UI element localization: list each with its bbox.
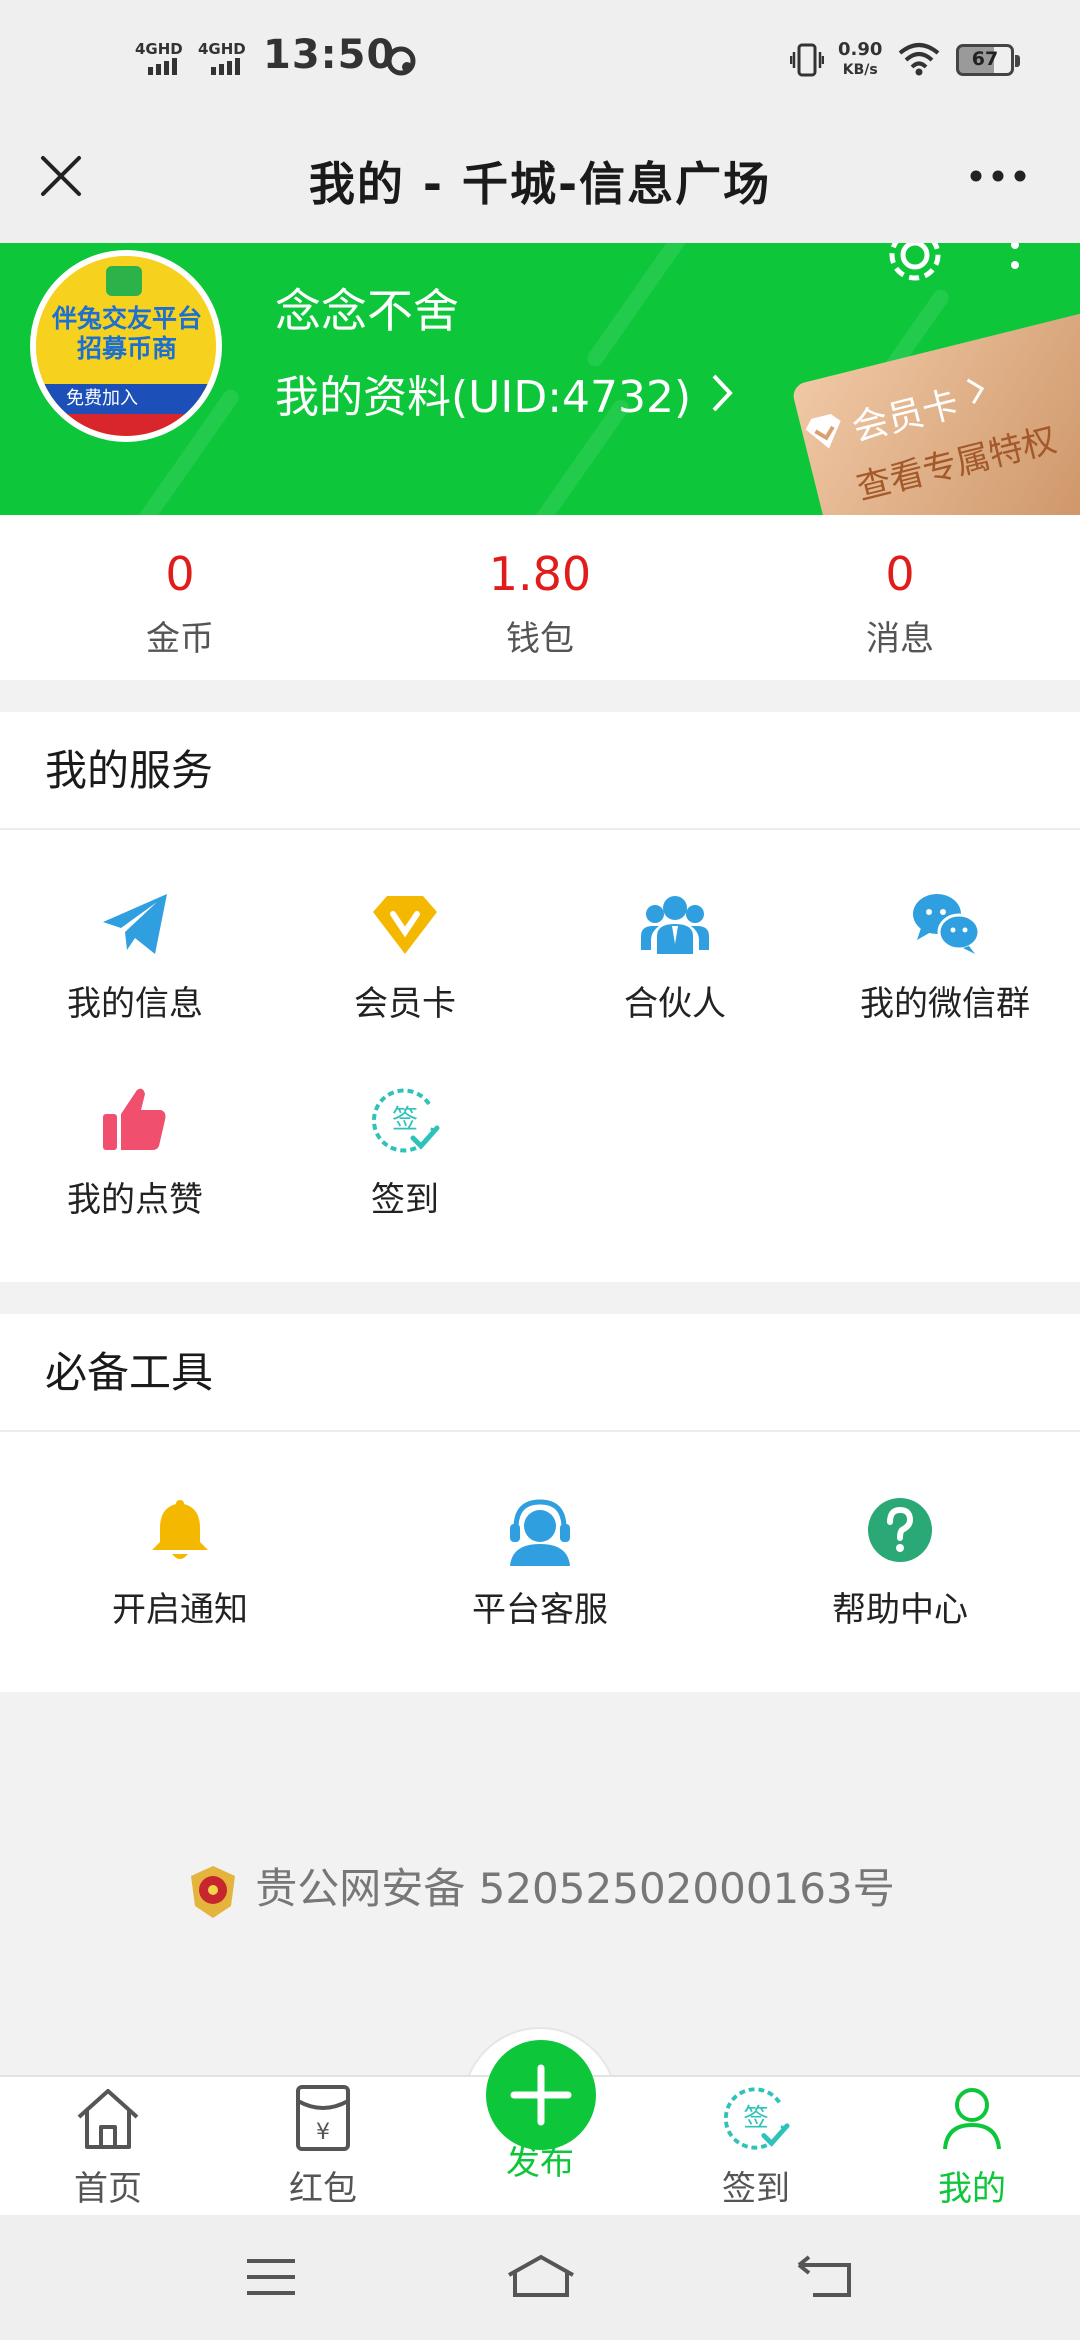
tab-mine[interactable]: 我的 — [892, 2083, 1052, 2210]
more-vertical-icon[interactable] — [1005, 243, 1025, 273]
svg-text:签: 签 — [743, 2103, 768, 2132]
status-bar: 4GHD 4GHD 13:50 0.90 KB/s 67 — [0, 0, 1080, 120]
tab-label: 签到 — [722, 2169, 790, 2209]
tab-home[interactable]: 首页 — [28, 2083, 188, 2210]
police-badge-icon — [191, 1865, 236, 1918]
title-bar: 我的 - 千城-信息广场 — [0, 120, 1080, 243]
page-title: 我的 - 千城-信息广场 — [308, 157, 772, 211]
notification-app-icon — [386, 46, 416, 76]
profile-link-label: 我的资料(UID:4732) — [275, 372, 692, 423]
service-partners[interactable]: 合伙人 — [585, 888, 765, 1025]
police-record[interactable]: 贵公网安备 52052502000163号 — [0, 1855, 1080, 1922]
service-sign-in[interactable]: 签 签到 — [315, 1084, 495, 1221]
stat-coins[interactable]: 0 金币 — [0, 515, 360, 680]
tool-label: 平台客服 — [472, 1590, 608, 1630]
service-vip-card[interactable]: 会员卡 — [315, 888, 495, 1025]
tool-customer-service[interactable]: 平台客服 — [450, 1494, 630, 1631]
sign-in-icon: 签 — [371, 1088, 440, 1153]
stat-value: 0 — [885, 547, 915, 601]
svg-text:签: 签 — [392, 1105, 418, 1135]
vibrate-icon — [790, 43, 824, 77]
network-speed: 0.90 KB/s — [838, 39, 883, 79]
user-icon — [943, 2088, 1001, 2150]
user-name: 念念不舍 — [275, 284, 459, 338]
profile-header: 伴兔交友平台 招募币商 免费加入 念念不舍 我的资料(UID:4732) 会员卡… — [0, 243, 1080, 515]
section-title: 必备工具 — [0, 1314, 1080, 1432]
paper-plane-icon — [103, 894, 167, 954]
status-time: 13:50 — [263, 32, 396, 78]
battery-indicator: 67 — [956, 44, 1020, 76]
service-my-likes[interactable]: 我的点赞 — [45, 1084, 225, 1221]
tools-section: 必备工具 开启通知 平台客服 帮助中心 — [0, 1314, 1080, 1692]
vip-diamond-icon — [805, 414, 841, 449]
customer-service-icon — [510, 1499, 570, 1566]
service-label: 合伙人 — [624, 984, 726, 1024]
stats-row: 0 金币 1.80 钱包 0 消息 — [0, 515, 1080, 680]
service-label: 我的点赞 — [67, 1180, 203, 1220]
network-type-2: 4GHD — [198, 40, 246, 58]
thumbs-up-icon — [103, 1088, 166, 1150]
red-envelope-icon: ¥ — [296, 2085, 350, 2151]
service-my-info[interactable]: 我的信息 — [45, 888, 225, 1025]
tool-label: 帮助中心 — [832, 1590, 968, 1630]
menu-icon[interactable] — [244, 2257, 298, 2297]
police-record-text: 贵公网安备 52052502000163号 — [255, 1864, 895, 1913]
stat-wallet[interactable]: 1.80 钱包 — [360, 515, 720, 680]
vip-diamond-icon — [373, 896, 437, 954]
service-label: 我的微信群 — [860, 984, 1030, 1024]
sign-in-icon: 签 — [723, 2087, 790, 2150]
signal-icon — [211, 58, 240, 75]
stat-value: 1.80 — [488, 547, 592, 601]
section-title: 我的服务 — [0, 712, 1080, 830]
wifi-icon — [898, 43, 940, 76]
tool-notifications[interactable]: 开启通知 — [90, 1494, 270, 1631]
tool-help-center[interactable]: 帮助中心 — [810, 1494, 990, 1631]
wechat-icon — [913, 894, 981, 954]
stat-label: 钱包 — [506, 619, 574, 659]
avatar[interactable]: 伴兔交友平台 招募币商 免费加入 — [30, 250, 222, 442]
service-label: 我的信息 — [67, 984, 203, 1024]
system-navigation-bar — [0, 2215, 1080, 2340]
profile-link[interactable]: 我的资料(UID:4732) — [275, 361, 733, 425]
tab-sign-in[interactable]: 签 签到 — [676, 2083, 836, 2210]
chevron-right-icon — [712, 374, 733, 412]
chevron-right-icon — [966, 378, 985, 404]
tab-red-envelope[interactable]: ¥ 红包 — [243, 2083, 403, 2210]
home-nav-icon[interactable] — [505, 2253, 577, 2299]
vip-card-banner[interactable]: 会员卡 查看专属特权 — [790, 306, 1080, 515]
service-wechat-group[interactable]: 我的微信群 — [855, 888, 1035, 1025]
service-label: 签到 — [371, 1180, 439, 1220]
tool-label: 开启通知 — [112, 1590, 248, 1630]
avatar-text-3: 免费加入 — [36, 384, 216, 414]
stat-value: 0 — [165, 547, 195, 601]
stat-label: 金币 — [146, 619, 214, 659]
more-icon[interactable] — [968, 168, 1028, 184]
signal-icon — [148, 58, 177, 75]
plus-icon — [510, 2064, 572, 2126]
network-type-1: 4GHD — [135, 40, 183, 58]
tab-label: 首页 — [74, 2169, 142, 2209]
tab-label: 红包 — [289, 2169, 357, 2209]
settings-icon[interactable] — [883, 243, 947, 287]
service-label: 会员卡 — [354, 984, 456, 1024]
avatar-text-2: 招募币商 — [76, 334, 177, 363]
back-icon[interactable] — [795, 2255, 855, 2299]
partners-icon — [641, 896, 709, 954]
publish-button[interactable] — [486, 2040, 596, 2150]
stat-label: 消息 — [866, 619, 934, 659]
home-icon — [77, 2089, 139, 2149]
bell-icon — [152, 1500, 208, 1559]
tab-label: 我的 — [938, 2169, 1006, 2209]
avatar-text-1: 伴兔交友平台 — [51, 304, 202, 333]
services-section: 我的服务 我的信息 会员卡 合伙人 我的微信群 我的点赞 签 签到 — [0, 712, 1080, 1282]
svg-text:¥: ¥ — [316, 2120, 330, 2145]
stat-messages[interactable]: 0 消息 — [720, 515, 1080, 680]
help-icon — [868, 1498, 932, 1562]
